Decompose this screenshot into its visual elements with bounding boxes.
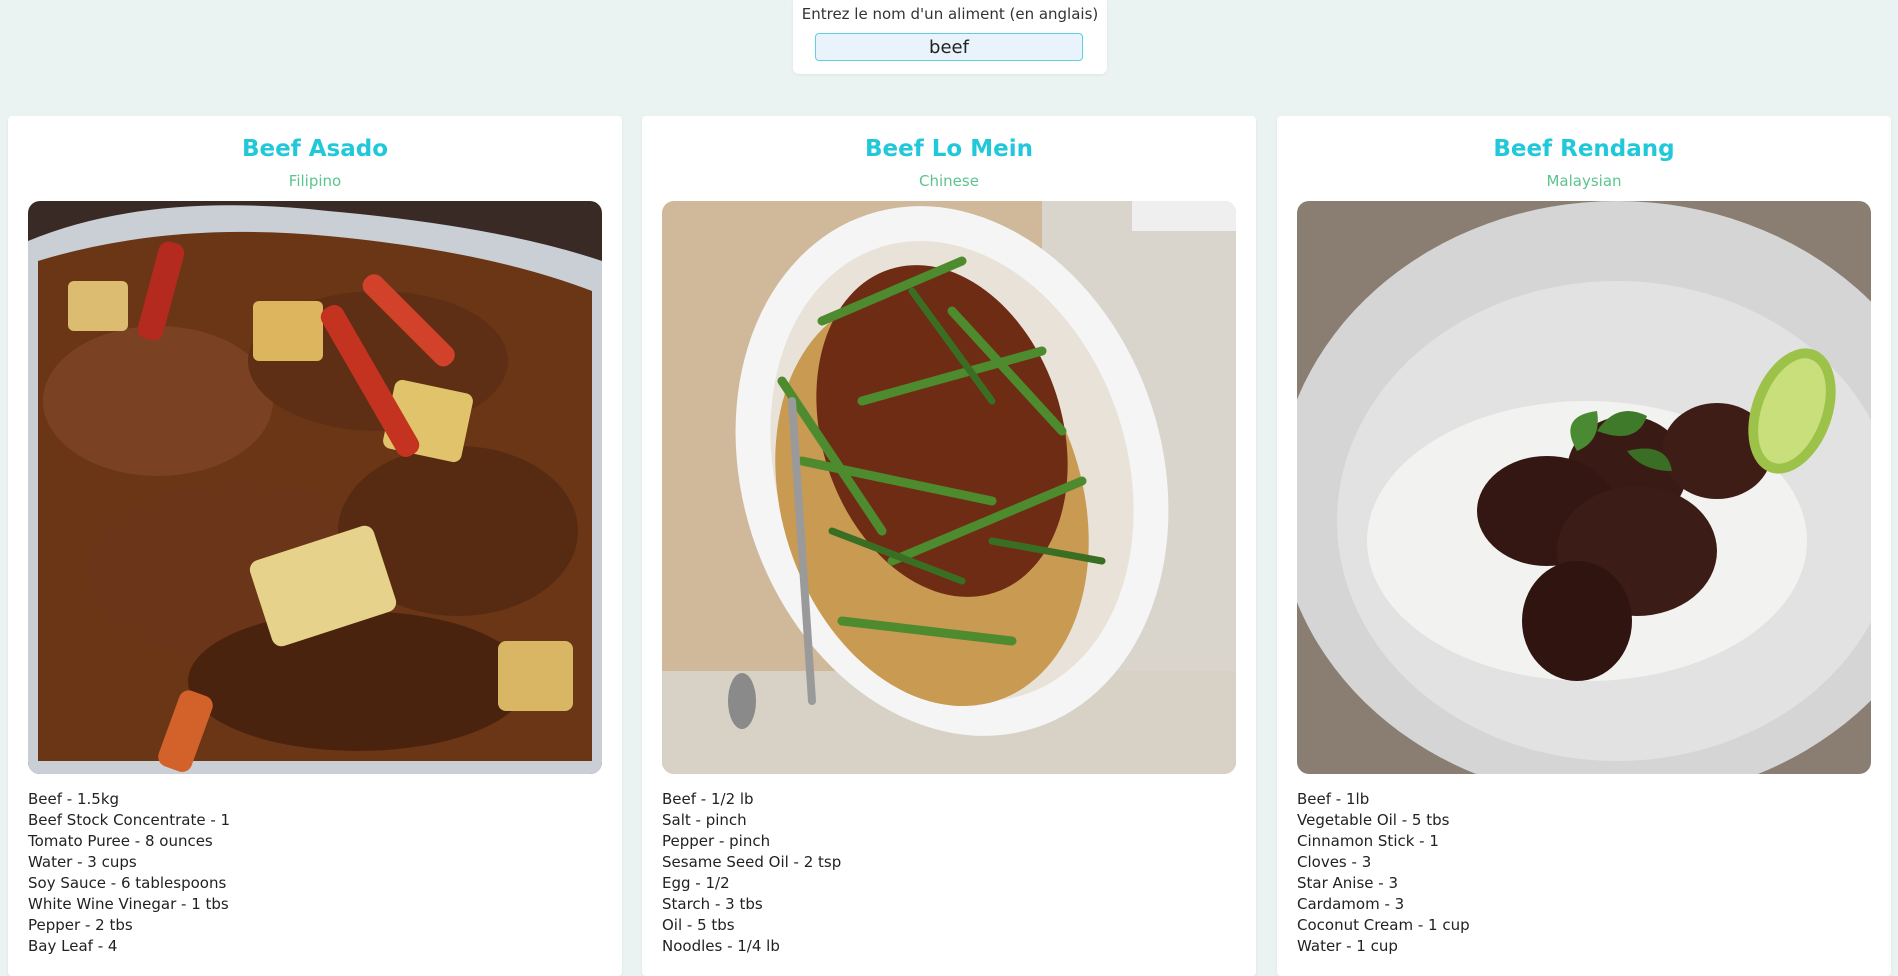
- ingredient-item: Sesame Seed Oil - 2 tsp: [662, 853, 842, 871]
- ingredient-item: Egg - 1/2: [662, 874, 730, 892]
- ingredient-list: Beef - 1lb Vegetable Oil - 5 tbs Cinnamo…: [1297, 789, 1470, 957]
- recipe-title: Beef Lo Mein: [865, 136, 1033, 162]
- ingredient-item: Cardamom - 3: [1297, 895, 1405, 913]
- ingredient-item: Star Anise - 3: [1297, 874, 1399, 892]
- ingredient-list: Beef - 1.5kg Beef Stock Concentrate - 1 …: [28, 789, 230, 957]
- ingredient-item: Cloves - 3: [1297, 853, 1372, 871]
- ingredient-item: Beef - 1.5kg: [28, 790, 120, 808]
- ingredient-item: Tomato Puree - 8 ounces: [28, 832, 213, 850]
- ingredient-item: Water - 3 cups: [28, 853, 137, 871]
- recipe-cuisine: Filipino: [288, 172, 342, 190]
- ingredient-item: Beef - 1lb: [1297, 790, 1370, 808]
- ingredient-item: Bay Leaf - 4: [28, 937, 118, 955]
- ingredient-item: Noodles - 1/4 lb: [662, 937, 780, 955]
- recipe-photo: [662, 201, 1236, 774]
- recipe-cuisine: Malaysian: [1546, 172, 1622, 190]
- beef-lo-mein-image: [662, 201, 1236, 774]
- search-label: Entrez le nom d'un aliment (en anglais): [801, 5, 1099, 23]
- beef-rendang-image: [1297, 201, 1871, 774]
- ingredient-item: Oil - 5 tbs: [662, 916, 735, 934]
- ingredient-item: Pepper - pinch: [662, 832, 771, 850]
- ingredient-item: Pepper - 2 tbs: [28, 916, 133, 934]
- search-panel: Entrez le nom d'un aliment (en anglais): [793, 0, 1107, 74]
- recipe-card-beef-lo-mein: Beef Lo Mein Chinese Beef - 1/2 lb Salt …: [642, 116, 1256, 976]
- recipe-card-beef-rendang: Beef Rendang Malaysian Beef - 1lb Vegeta…: [1277, 116, 1891, 976]
- recipe-title: Beef Rendang: [1493, 136, 1675, 162]
- ingredient-item: Coconut Cream - 1 cup: [1297, 916, 1470, 934]
- search-input[interactable]: [815, 33, 1083, 61]
- ingredient-item: Beef Stock Concentrate - 1: [28, 811, 231, 829]
- ingredient-item: White Wine Vinegar - 1 tbs: [28, 895, 229, 913]
- ingredient-item: Soy Sauce - 6 tablespoons: [28, 874, 227, 892]
- ingredient-item: Vegetable Oil - 5 tbs: [1297, 811, 1450, 829]
- ingredient-item: Salt - pinch: [662, 811, 747, 829]
- recipe-cuisine: Chinese: [919, 172, 979, 190]
- recipe-cards: Beef Asado Filipino Beef - 1.5kg Beef St…: [0, 116, 1898, 976]
- ingredient-item: Water - 1 cup: [1297, 937, 1398, 955]
- ingredient-list: Beef - 1/2 lb Salt - pinch Pepper - pinc…: [662, 789, 841, 957]
- recipe-photo: [28, 201, 602, 774]
- ingredient-item: Cinnamon Stick - 1: [1297, 832, 1439, 850]
- recipe-card-beef-asado: Beef Asado Filipino Beef - 1.5kg Beef St…: [8, 116, 622, 976]
- ingredient-item: Beef - 1/2 lb: [662, 790, 754, 808]
- beef-asado-image: [28, 201, 602, 774]
- recipe-title: Beef Asado: [241, 136, 389, 162]
- ingredient-item: Starch - 3 tbs: [662, 895, 763, 913]
- recipe-photo: [1297, 201, 1871, 774]
